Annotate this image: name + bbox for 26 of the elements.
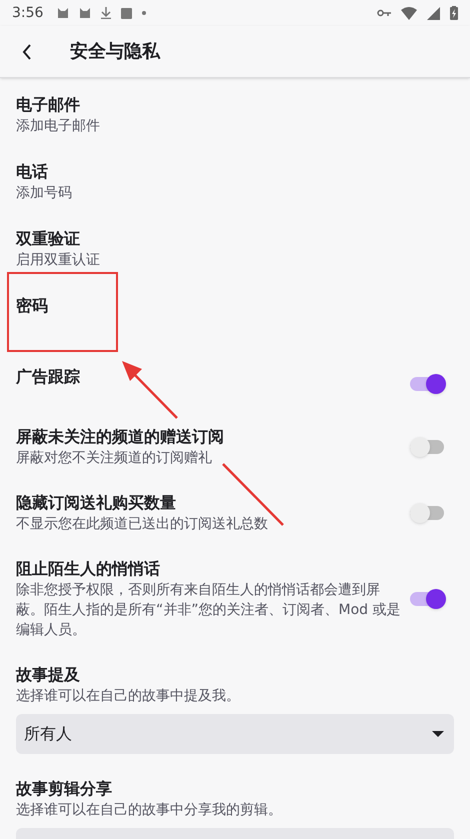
setting-title: 屏蔽未关注的频道的赠送订阅 xyxy=(16,426,225,448)
setting-description: 启用双重认证 xyxy=(16,251,101,270)
setting-description: 添加号码 xyxy=(16,184,73,203)
setting-description: 屏蔽对您不关注频道的订阅赠礼 xyxy=(16,449,213,468)
dropdown-value: 所有人 xyxy=(24,723,73,745)
status-time: 3:56 xyxy=(12,4,44,22)
setting-description: 添加电子邮件 xyxy=(16,117,101,136)
setting-description: 不显示您在此频道已送出的订阅送礼总数 xyxy=(16,515,269,534)
setting-title: 故事提及 xyxy=(16,664,81,686)
setting-title: 隐藏订阅送礼购买数量 xyxy=(16,492,177,514)
setting-title: 故事剪辑分享 xyxy=(16,778,113,800)
setting-row[interactable]: 密码 xyxy=(0,287,470,354)
dropdown-select[interactable]: 所有人 xyxy=(16,714,454,754)
setting-description: 选择谁可以在自己的故事中分享我的剪辑。 xyxy=(16,801,283,820)
setting-description: 除非您授予权限，否则所有来自陌生人的悄悄话都会遭到屏蔽。陌生人指的是所有“并非”您的关注者、订阅者、Mod 或是编辑人员。 xyxy=(16,581,402,640)
setting-row[interactable]: 电子邮件 添加电子邮件 xyxy=(0,86,470,153)
setting-title: 双重验证 xyxy=(16,228,81,250)
setting-row[interactable]: 双重验证 启用双重认证 xyxy=(0,220,470,287)
page-title: 安全与隐私 xyxy=(70,40,160,64)
setting-title: 广告跟踪 xyxy=(16,366,81,388)
setting-title: 电子邮件 xyxy=(16,94,81,116)
setting-title: 电话 xyxy=(16,161,49,183)
setting-description: 选择谁可以在自己的故事中提及我。 xyxy=(16,687,241,706)
setting-row[interactable]: 电话 添加号码 xyxy=(0,153,470,220)
setting-title: 阻止陌生人的悄悄话 xyxy=(16,558,161,580)
setting-title: 密码 xyxy=(16,295,49,317)
